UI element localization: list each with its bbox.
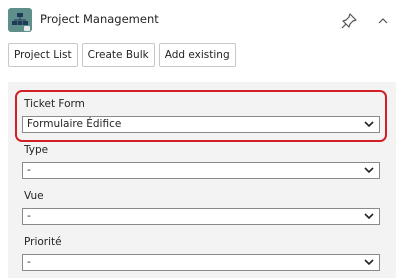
vue-label: Vue [24, 190, 44, 202]
panel-title: Project Management [40, 12, 159, 26]
project-list-button[interactable]: Project List [8, 43, 78, 67]
pin-icon[interactable] [340, 12, 358, 30]
chevron-down-icon [364, 167, 374, 174]
chevron-down-icon [364, 259, 374, 266]
add-existing-button[interactable]: Add existing [158, 43, 236, 67]
ticket-form-label: Ticket Form [24, 98, 85, 110]
ticket-form-value: Formulaire Édifice [27, 118, 122, 130]
chevron-up-icon[interactable] [374, 12, 392, 30]
ticket-form-select[interactable]: Formulaire Édifice [22, 116, 380, 133]
priorite-label: Priorité [24, 236, 62, 248]
type-value: - [27, 164, 31, 176]
vue-value: - [27, 210, 31, 222]
chevron-down-icon [364, 121, 374, 128]
vue-select[interactable]: - [22, 208, 380, 225]
org-chart-icon [8, 8, 32, 32]
type-select[interactable]: - [22, 162, 380, 179]
chevron-down-icon [364, 213, 374, 220]
toolbar: Project List Create Bulk Add existing [8, 43, 236, 67]
create-bulk-button[interactable]: Create Bulk [81, 43, 155, 67]
priorite-select[interactable]: - [22, 254, 380, 271]
type-label: Type [24, 144, 49, 156]
priorite-value: - [27, 256, 31, 268]
panel-header: Project Management [0, 0, 396, 40]
